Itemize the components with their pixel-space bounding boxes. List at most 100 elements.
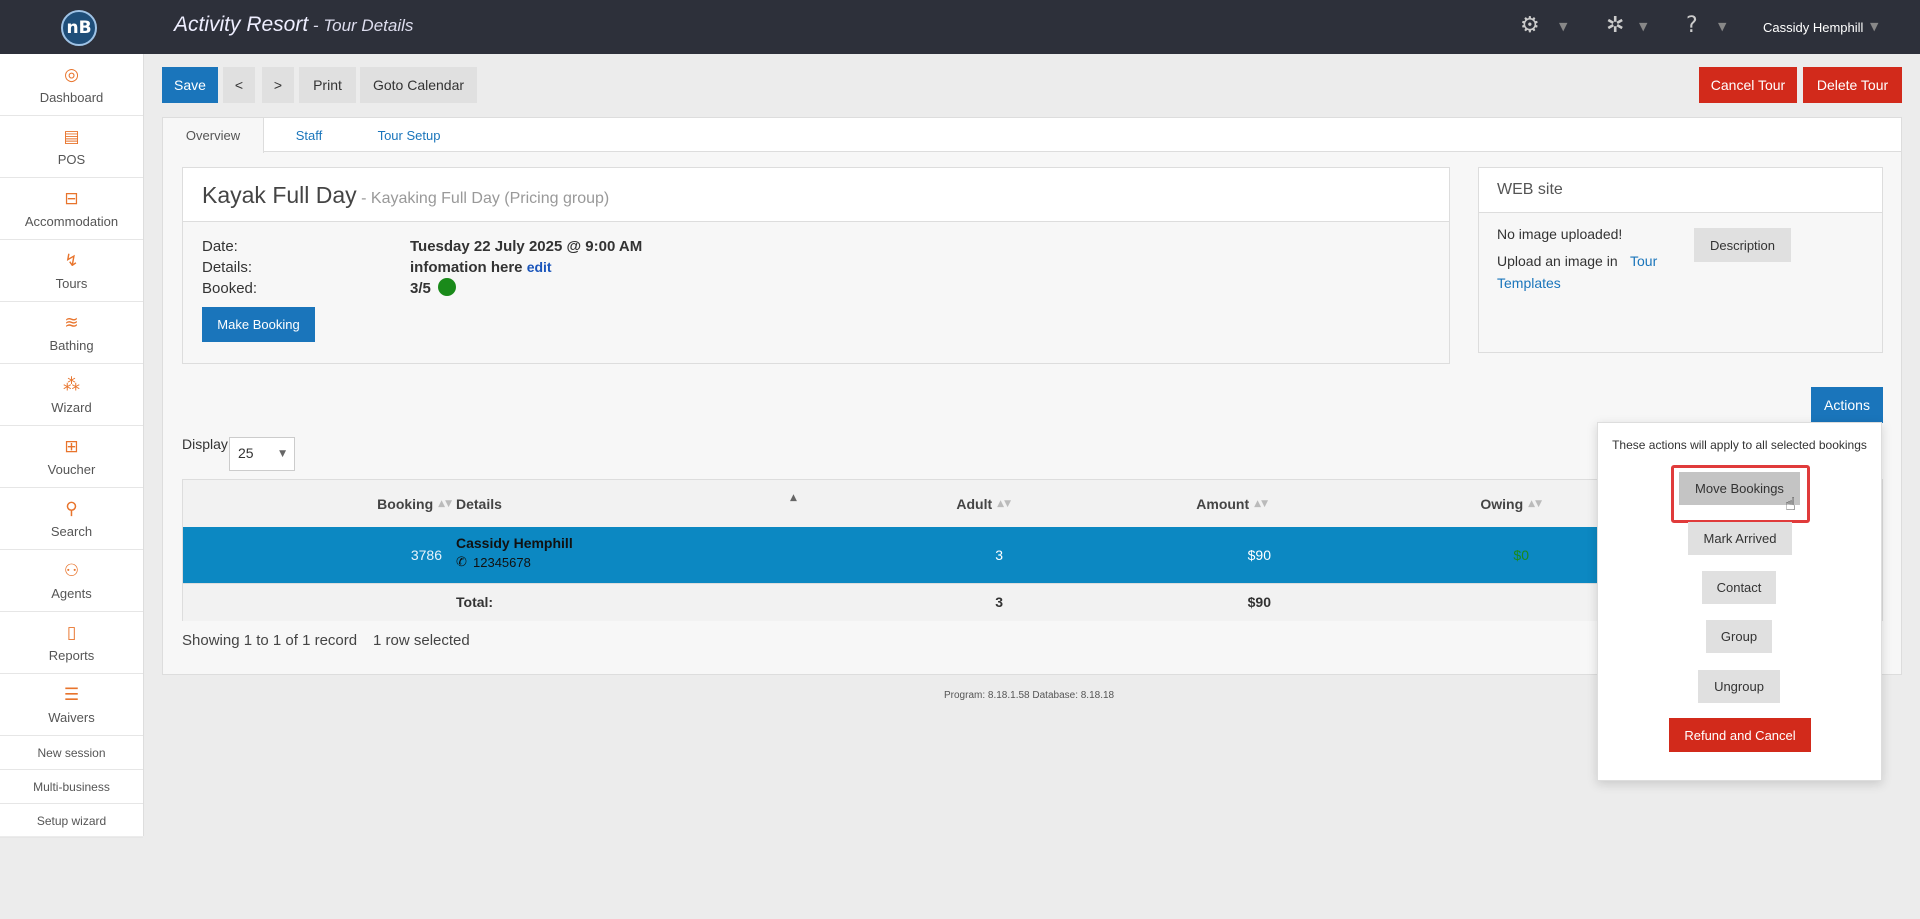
sidebar-item-label: Tours: [55, 275, 88, 291]
description-button[interactable]: Description: [1694, 228, 1791, 262]
header-label: Amount: [1196, 495, 1250, 512]
mark-arrived-button[interactable]: Mark Arrived: [1688, 522, 1792, 555]
tour-templates-link-continued[interactable]: Templates: [1497, 275, 1561, 291]
website-title: WEB site: [1479, 168, 1882, 213]
sort-icon: ▲▼: [438, 498, 452, 509]
tab-overview[interactable]: Overview: [163, 118, 264, 153]
version-info: Program: 8.18.1.58 Database: 8.18.18: [944, 690, 1115, 701]
app-logo[interactable]: nB: [61, 10, 97, 46]
pricing-group: - Kayaking Full Day (Pricing group): [356, 190, 610, 207]
app-title: Activity Resort: [174, 13, 309, 36]
sidebar-item-search[interactable]: ⚲ Search: [0, 488, 143, 550]
adult-count: 3: [995, 547, 1003, 563]
actions-dropdown-title: These actions will apply to all selected…: [1612, 438, 1867, 452]
tour-templates-link[interactable]: Tour: [1630, 253, 1657, 269]
sidebar-item-pos[interactable]: ▤ POS: [0, 116, 143, 178]
sidebar-item-tours[interactable]: ↯ Tours: [0, 240, 143, 302]
amount-value: $90: [1247, 547, 1271, 563]
column-header-amount[interactable]: Amount ▲▼: [1183, 480, 1268, 527]
dashboard-icon: ◎: [64, 64, 79, 85]
customer-name: Cassidy Hemphill: [456, 535, 573, 551]
sidebar-item-bathing[interactable]: ≋ Bathing: [0, 302, 143, 364]
goto-calendar-button[interactable]: Goto Calendar: [360, 67, 477, 103]
tab-staff[interactable]: Staff: [264, 118, 354, 152]
chevron-down-icon[interactable]: ▼: [1639, 20, 1647, 33]
sidebar-item-label: Reports: [48, 647, 95, 663]
group-button[interactable]: Group: [1706, 620, 1772, 653]
sidebar-item-label: Accommodation: [24, 213, 119, 229]
chevron-down-icon[interactable]: ▼: [1870, 20, 1878, 33]
no-image-text: No image uploaded!: [1497, 226, 1623, 242]
column-header-owing[interactable]: Owing ▲▼: [1443, 480, 1542, 527]
contact-button[interactable]: Contact: [1702, 571, 1776, 604]
chevron-down-icon[interactable]: ▼: [1718, 20, 1726, 33]
next-button[interactable]: >: [262, 67, 294, 103]
date-label: Date:: [202, 238, 238, 255]
selection-info: 1 row selected: [373, 632, 470, 649]
header-label: Adult: [956, 495, 993, 512]
move-bookings-button[interactable]: Move Bookings: [1679, 472, 1800, 505]
sidebar-item-label: Wizard: [51, 399, 92, 415]
print-button[interactable]: Print: [299, 67, 356, 103]
help-icon[interactable]: ?: [1686, 13, 1698, 38]
sidebar: ◎ Dashboard ▤ POS ⊟ Accommodation ↯ Tours ≋ B…: [0, 54, 144, 838]
delete-tour-button[interactable]: Delete Tour: [1803, 67, 1902, 103]
details-value: infomation here edit: [410, 259, 552, 276]
date-value: Tuesday 22 July 2025 @ 9:00 AM: [410, 238, 643, 255]
hand-cursor-icon: ☝: [1785, 494, 1796, 515]
sort-icon: ▲▼: [997, 498, 1011, 509]
booking-number: 3786: [410, 547, 442, 563]
settings-gears-icon[interactable]: ⚙: [1520, 13, 1540, 38]
previous-button[interactable]: <: [223, 67, 255, 103]
title-separator: -: [308, 16, 324, 35]
multi-business-link[interactable]: Multi-business: [0, 770, 143, 804]
list-check-icon: ☰: [63, 684, 80, 705]
setup-wizard-link[interactable]: Setup wizard: [0, 804, 143, 838]
page-size-value: 25: [238, 445, 254, 461]
website-box: WEB site No image uploaded! Upload an im…: [1478, 167, 1883, 353]
document-icon: ▯: [66, 622, 77, 643]
cancel-tour-button[interactable]: Cancel Tour: [1699, 67, 1797, 103]
sidebar-item-reports[interactable]: ▯ Reports: [0, 612, 143, 674]
gift-icon: ⊞: [64, 436, 79, 457]
chevron-down-icon[interactable]: ▼: [1559, 20, 1567, 33]
sidebar-item-label: Bathing: [49, 337, 94, 353]
users-icon: ⚇: [63, 560, 80, 581]
tab-tour-setup[interactable]: Tour Setup: [354, 118, 464, 152]
column-header-booking[interactable]: Booking ▲▼: [368, 480, 452, 527]
page-size-select[interactable]: 25 ▼: [229, 437, 295, 471]
magic-wand-icon: ⁂: [63, 374, 80, 395]
details-text: infomation here: [410, 259, 523, 276]
sidebar-item-waivers[interactable]: ☰ Waivers: [0, 674, 143, 736]
column-header-adult[interactable]: Adult ▲▼: [883, 480, 1011, 527]
app-subtitle: Tour Details: [323, 16, 414, 35]
register-icon: ▤: [63, 126, 80, 147]
customer-phone: 12345678: [473, 555, 531, 570]
column-header-details[interactable]: Details: [456, 480, 796, 527]
refund-and-cancel-button[interactable]: Refund and Cancel: [1669, 718, 1811, 752]
new-session-link[interactable]: New session: [0, 736, 143, 770]
sidebar-item-dashboard[interactable]: ◎ Dashboard: [0, 54, 143, 116]
booked-value: 3/5: [410, 280, 431, 297]
user-menu[interactable]: Cassidy Hemphill: [1763, 20, 1863, 35]
sidebar-item-accommodation[interactable]: ⊟ Accommodation: [0, 178, 143, 240]
sort-icon: ▲▼: [1254, 498, 1268, 509]
records-info: Showing 1 to 1 of 1 record: [182, 632, 358, 649]
header-label: Details: [456, 495, 502, 512]
make-booking-button[interactable]: Make Booking: [202, 307, 315, 342]
total-adult: 3: [995, 594, 1003, 610]
tour-header: Kayak Full Day - Kayaking Full Day (Pric…: [183, 168, 1449, 222]
actions-button[interactable]: Actions: [1811, 387, 1883, 423]
sidebar-item-agents[interactable]: ⚇ Agents: [0, 550, 143, 612]
sidebar-item-label: Search: [50, 523, 93, 539]
sort-icon: ▲▼: [1528, 498, 1542, 509]
edit-details-link[interactable]: edit: [527, 259, 552, 275]
sidebar-item-wizard[interactable]: ⁂ Wizard: [0, 364, 143, 426]
waves-icon: ≋: [64, 312, 79, 333]
save-button[interactable]: Save: [162, 67, 218, 103]
ungroup-button[interactable]: Ungroup: [1698, 670, 1780, 703]
booked-label: Booked:: [202, 280, 258, 297]
sidebar-item-voucher[interactable]: ⊞ Voucher: [0, 426, 143, 488]
tools-icon[interactable]: ✲: [1606, 13, 1624, 38]
total-amount: $90: [1247, 594, 1271, 610]
